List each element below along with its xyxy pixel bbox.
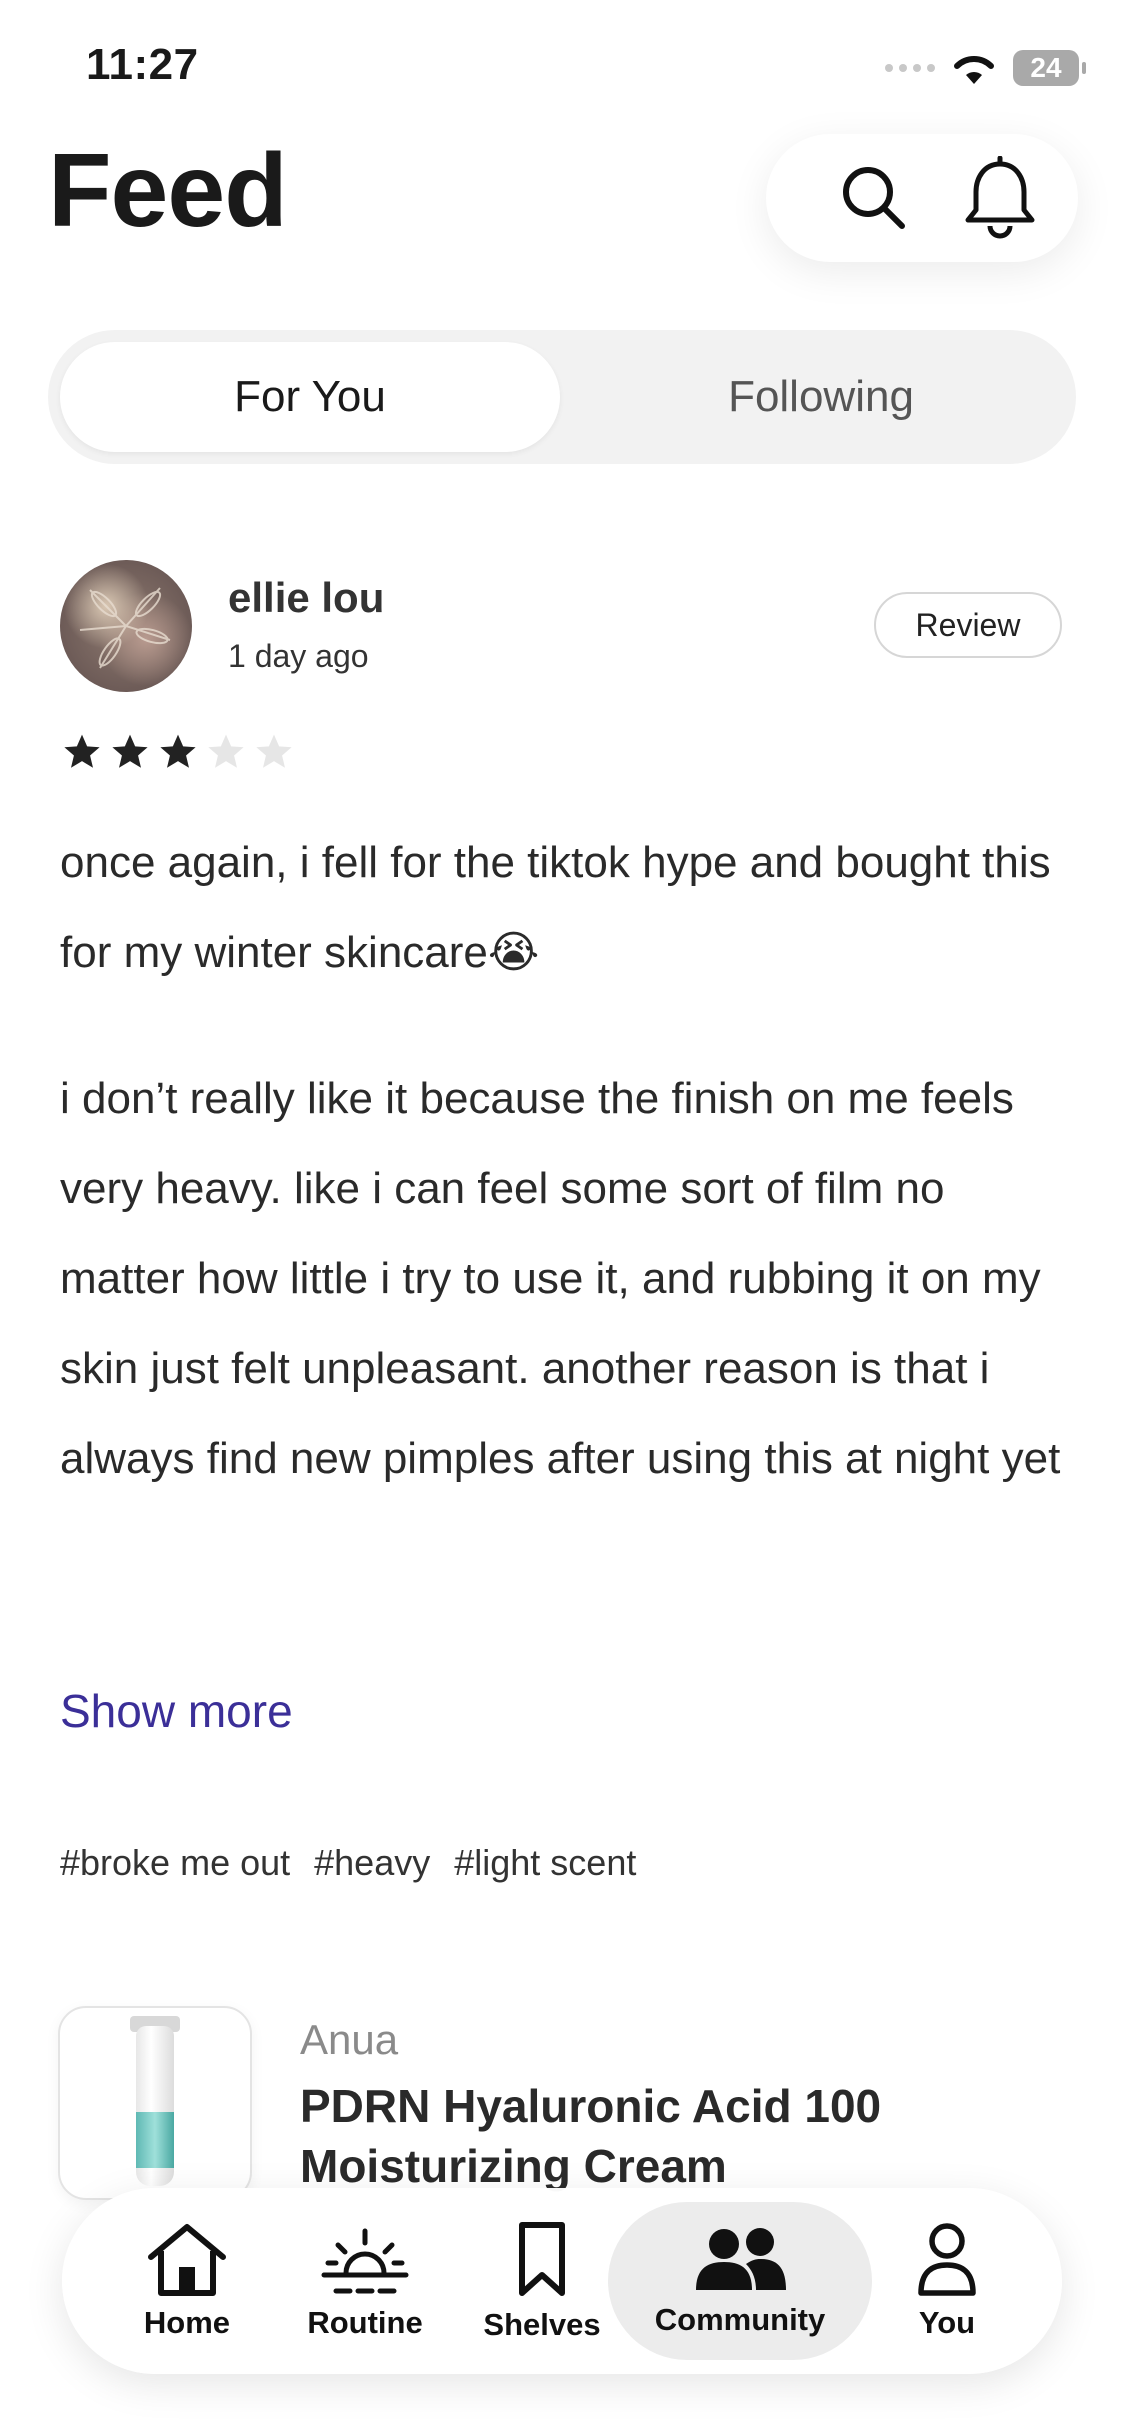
post-timestamp: 1 day ago (228, 638, 369, 674)
tag[interactable]: #light scent (454, 1842, 636, 1884)
tab-label: Home (143, 2305, 231, 2340)
tab-label: Routine (307, 2305, 423, 2340)
cellular-signal-icon (885, 64, 935, 72)
tab-label: Shelves (483, 2307, 601, 2342)
avatar-flower-image (79, 587, 171, 669)
person-icon (918, 2223, 976, 2296)
status-time: 11:27 (86, 40, 199, 89)
battery-level: 24 (1030, 52, 1062, 83)
star-filled-icon (64, 734, 100, 768)
wifi-icon (954, 55, 994, 84)
community-icon (696, 2228, 786, 2290)
page-title: Feed (48, 133, 288, 249)
feed-segmented-control: For You Following (48, 330, 1076, 464)
product-image[interactable] (58, 2006, 252, 2200)
tab-label: Community (654, 2302, 826, 2337)
tag[interactable]: #heavy (314, 1842, 430, 1884)
battery-icon: 24 (1013, 50, 1086, 86)
tab-community[interactable]: Community (622, 2188, 858, 2374)
tab-following[interactable]: Following (578, 342, 1064, 452)
star-filled-icon (112, 734, 148, 768)
tag[interactable]: #broke me out (60, 1842, 290, 1884)
star-empty-icon (208, 734, 244, 768)
status-bar: 11:27 24 (0, 0, 1125, 140)
bottom-tab-bar: Home Routine Shelves Community You (62, 2188, 1062, 2374)
tab-routine[interactable]: Routine (290, 2188, 440, 2374)
home-icon (148, 2224, 226, 2296)
search-button[interactable] (834, 158, 914, 238)
search-icon (843, 167, 905, 229)
post-paragraph: once again, i fell for the tiktok hype a… (60, 838, 1051, 977)
product-brand[interactable]: Anua (300, 2016, 398, 2064)
avatar[interactable] (60, 560, 192, 692)
show-more-link[interactable]: Show more (60, 1684, 293, 1738)
bookmark-icon (519, 2222, 565, 2296)
star-rating (60, 730, 296, 774)
star-filled-icon (160, 734, 196, 768)
review-badge: Review (874, 592, 1062, 658)
post-body: once again, i fell for the tiktok hype a… (60, 818, 1070, 1502)
tag-list: #broke me out #heavy #light scent (60, 1842, 636, 1884)
tab-home[interactable]: Home (122, 2188, 252, 2374)
sunrise-icon (321, 2228, 409, 2294)
tab-shelves[interactable]: Shelves (472, 2188, 612, 2374)
status-indicators: 24 (885, 48, 1086, 88)
bell-icon (965, 156, 1035, 239)
post-paragraph: i don’t really like it because the finis… (60, 1074, 1061, 1483)
tab-you[interactable]: You (892, 2188, 1002, 2374)
tab-label: You (918, 2305, 976, 2340)
tab-for-you[interactable]: For You (60, 342, 560, 452)
product-name[interactable]: PDRN Hyaluronic Acid 100 Moisturizing Cr… (300, 2076, 1040, 2196)
username[interactable]: ellie lou (228, 574, 384, 622)
star-empty-icon (256, 734, 292, 768)
notifications-button[interactable] (960, 156, 1040, 239)
header-actions (766, 134, 1078, 262)
